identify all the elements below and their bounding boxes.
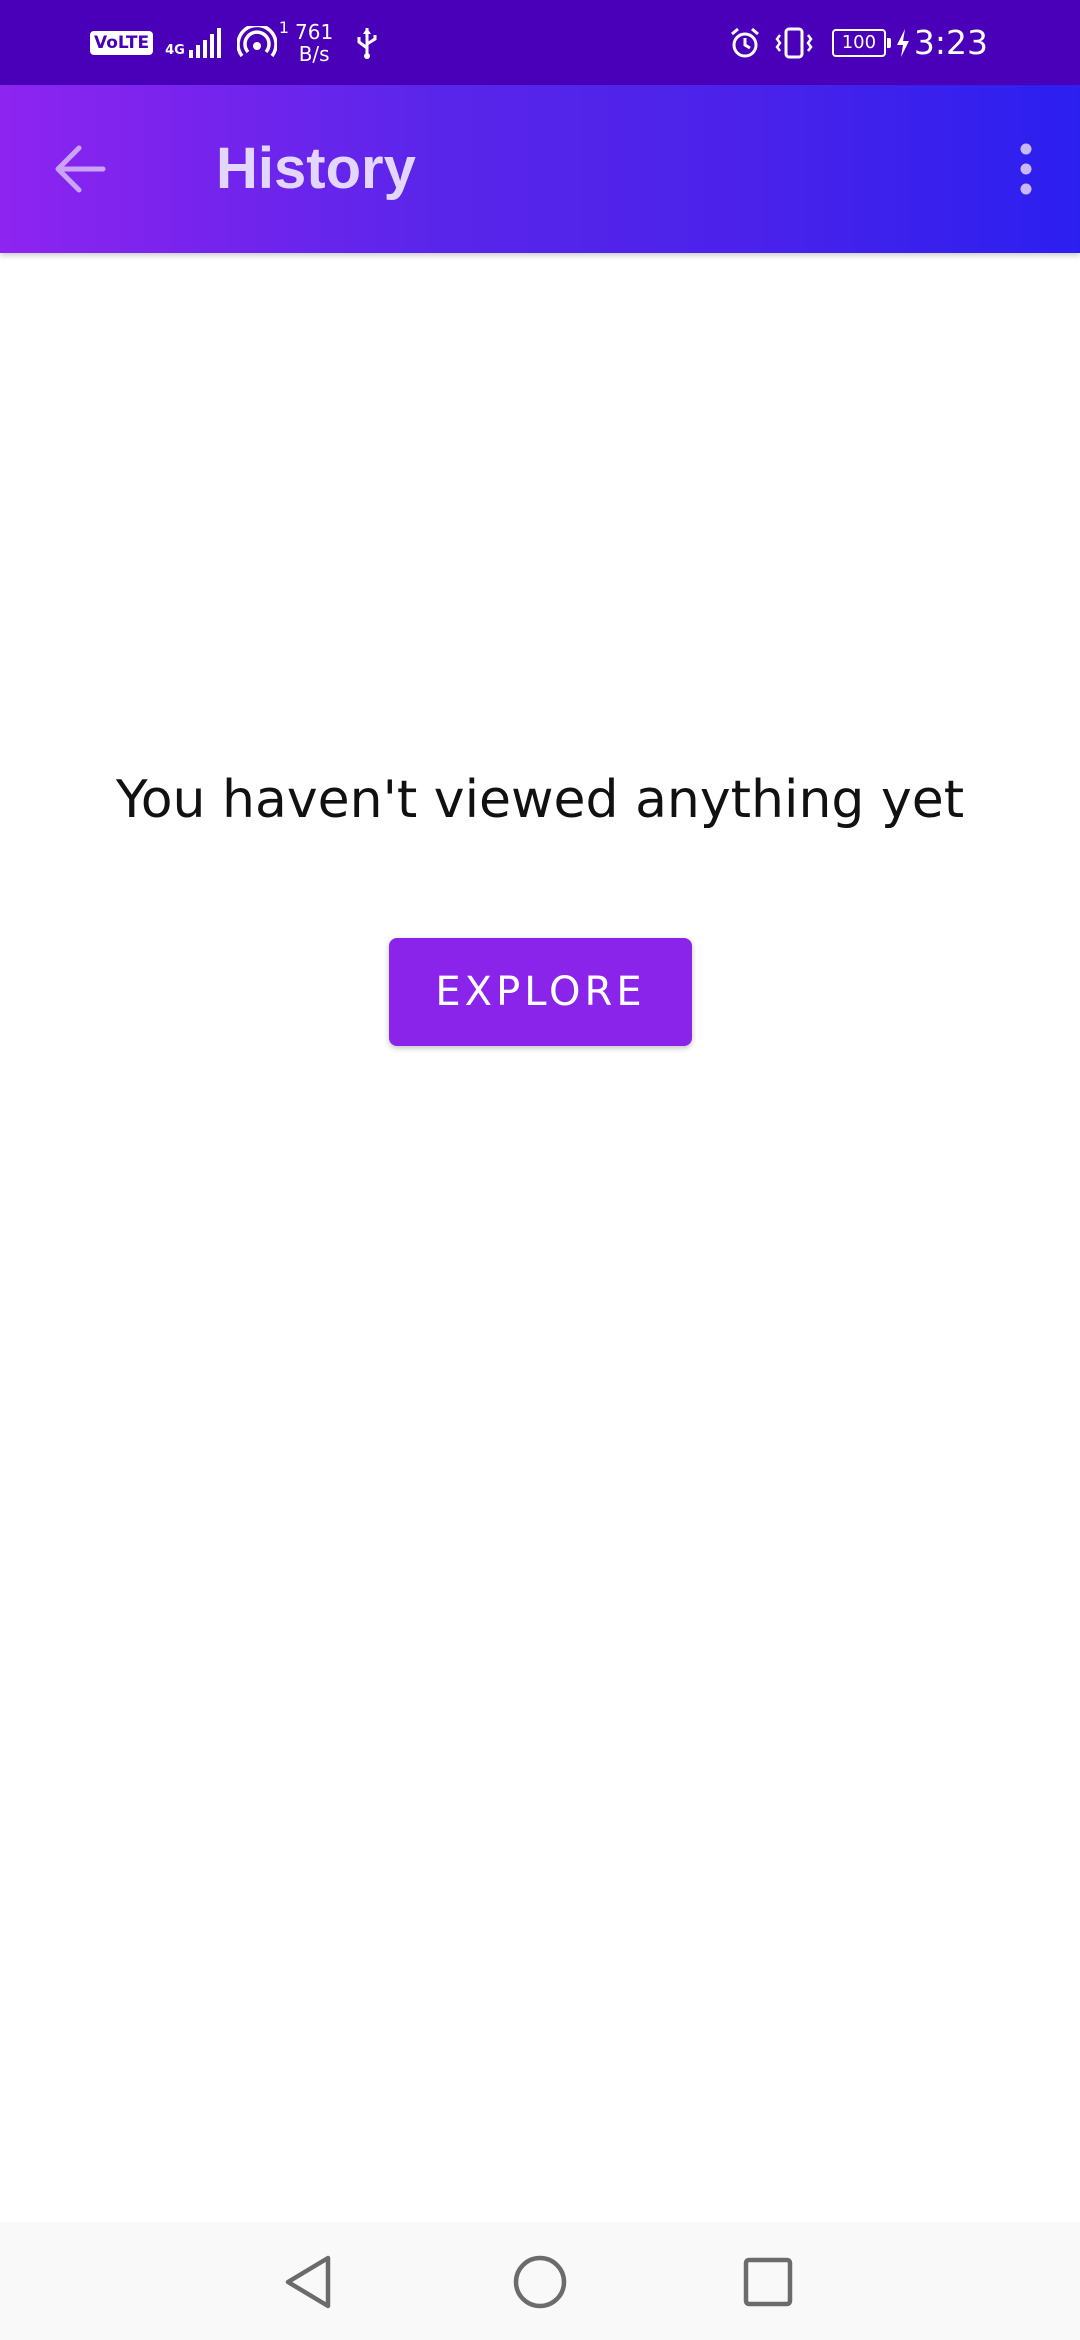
arrow-back-icon bbox=[55, 145, 106, 193]
circle-home-icon bbox=[513, 2255, 567, 2309]
status-bar: VoLTE 4G 1 761 B/s 100 3:23 bbox=[0, 0, 1080, 85]
square-recents-icon bbox=[743, 2257, 793, 2307]
volte-badge: VoLTE bbox=[90, 30, 154, 55]
app-bar: History bbox=[0, 85, 1080, 253]
explore-button-label: EXPLORE bbox=[435, 969, 646, 1015]
triangle-back-icon bbox=[285, 2255, 331, 2309]
status-left: VoLTE 4G 1 761 B/s bbox=[90, 0, 379, 85]
charging-icon bbox=[896, 28, 909, 57]
usb-icon bbox=[357, 27, 377, 59]
network-type-label: 4G bbox=[165, 42, 185, 58]
more-options-button[interactable] bbox=[986, 129, 1066, 209]
net-speed: 761 B/s bbox=[295, 21, 333, 65]
empty-state-message: You haven't viewed anything yet bbox=[115, 770, 965, 830]
page-title: History bbox=[216, 136, 416, 201]
battery-level: 100 bbox=[841, 31, 877, 53]
signal-icon bbox=[188, 27, 221, 58]
alarm-icon bbox=[730, 27, 759, 57]
hotspot-count: 1 bbox=[278, 18, 290, 37]
nav-home-button[interactable] bbox=[500, 2242, 580, 2322]
hotspot-icon bbox=[236, 25, 277, 57]
battery-indicator: 100 bbox=[831, 28, 891, 57]
net-speed-value: 761 bbox=[295, 19, 334, 44]
nav-back-button[interactable] bbox=[268, 2242, 348, 2322]
net-speed-unit: B/s bbox=[298, 41, 330, 66]
status-time: 3:23 bbox=[913, 23, 988, 62]
system-nav-bar bbox=[0, 2222, 1080, 2340]
vibrate-icon bbox=[775, 27, 813, 58]
back-button[interactable] bbox=[40, 129, 120, 209]
more-vert-icon bbox=[1020, 143, 1032, 195]
nav-recents-button[interactable] bbox=[728, 2242, 808, 2322]
signal-group: 4G bbox=[165, 27, 223, 58]
status-right: 100 3:23 bbox=[728, 0, 988, 85]
explore-button[interactable]: EXPLORE bbox=[389, 938, 692, 1046]
